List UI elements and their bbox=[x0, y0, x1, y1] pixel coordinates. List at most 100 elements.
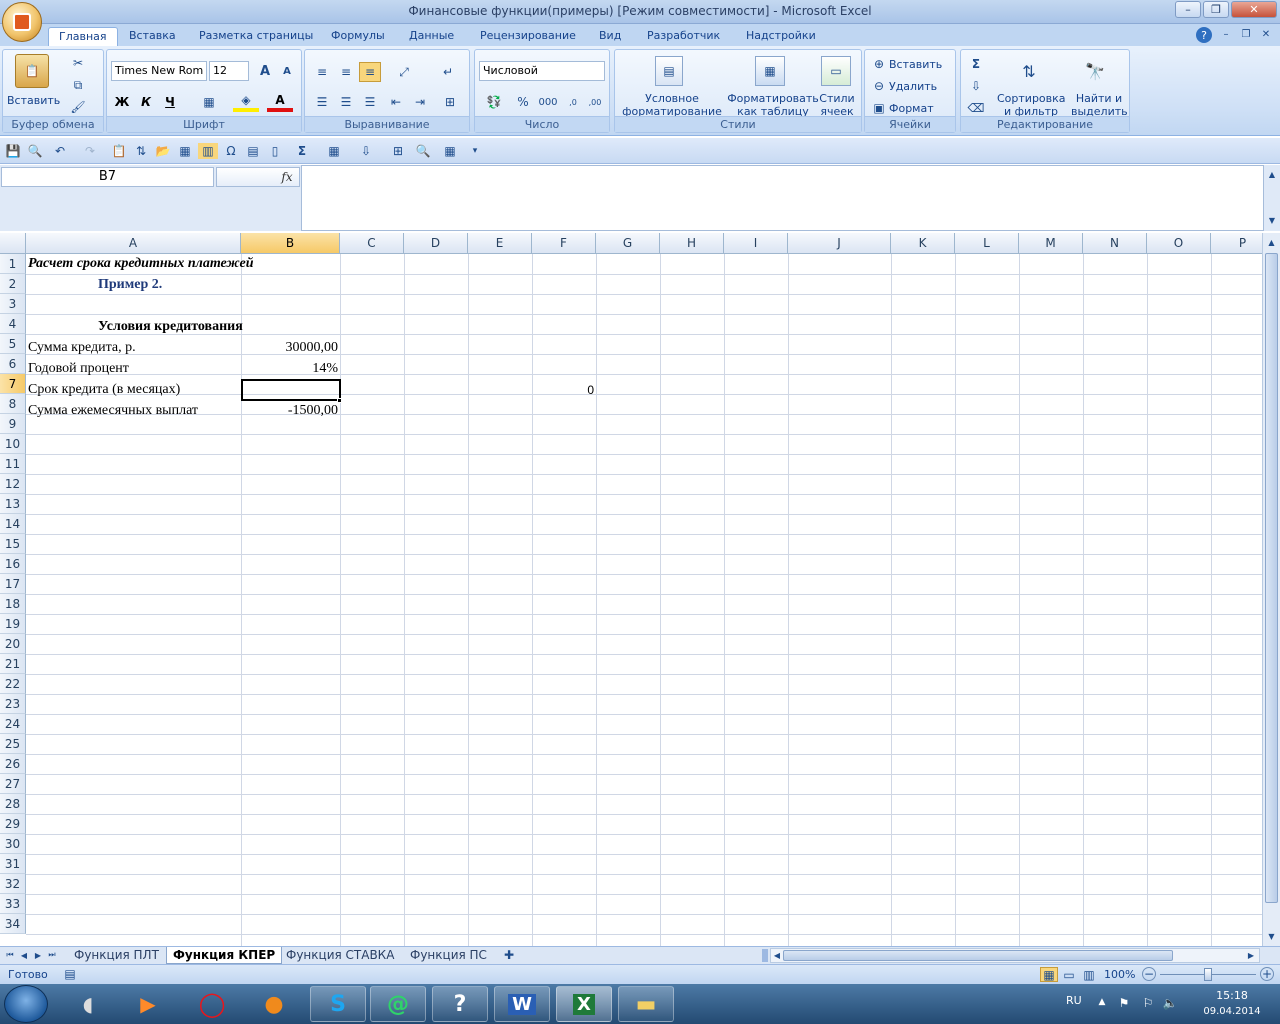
sheet-tab[interactable]: Функция СТАВКА bbox=[286, 947, 394, 964]
insert-cells-button[interactable]: Вставить bbox=[889, 58, 942, 71]
cell-a1[interactable]: Расчет срока кредитных платежей bbox=[28, 254, 254, 274]
row-header[interactable]: 25 bbox=[0, 734, 26, 754]
row-header[interactable]: 29 bbox=[0, 814, 26, 834]
column-header[interactable]: C bbox=[340, 233, 404, 254]
scroll-down-icon[interactable]: ▼ bbox=[1264, 929, 1279, 943]
row-header[interactable]: 26 bbox=[0, 754, 26, 774]
tab-formulas[interactable]: Формулы bbox=[331, 27, 385, 46]
row-header[interactable]: 4 bbox=[0, 314, 26, 334]
print-preview-icon[interactable]: 🔍 bbox=[26, 143, 44, 159]
format-painter-icon[interactable]: 🖌 bbox=[69, 99, 87, 115]
sheet-tab[interactable]: Функция ПЛТ bbox=[74, 947, 159, 964]
row-header[interactable]: 14 bbox=[0, 514, 26, 534]
autosum-icon[interactable]: Σ bbox=[967, 56, 985, 72]
column-header[interactable]: J bbox=[788, 233, 891, 254]
shrink-font-icon[interactable]: A bbox=[277, 62, 297, 81]
undo-icon[interactable]: ↶ bbox=[48, 143, 72, 159]
vertical-scrollbar[interactable]: ▲ ▼ bbox=[1262, 233, 1280, 946]
delete-cells-button[interactable]: Удалить bbox=[889, 80, 937, 93]
ribbon-restore-icon[interactable]: ❐ bbox=[1238, 26, 1254, 42]
row-header[interactable]: 9 bbox=[0, 414, 26, 434]
taskbar-excel[interactable]: X bbox=[556, 986, 612, 1022]
row-header[interactable]: 2 bbox=[0, 274, 26, 294]
format-cells-button[interactable]: Формат bbox=[889, 102, 934, 115]
form-icon[interactable]: ▤ bbox=[244, 143, 262, 159]
ribbon-minimize-icon[interactable]: – bbox=[1218, 26, 1234, 42]
row-header[interactable]: 3 bbox=[0, 294, 26, 314]
insert-sheet-icon[interactable]: ✚ bbox=[500, 948, 518, 962]
wrap-text-icon[interactable]: ↵ bbox=[437, 62, 459, 82]
row-header[interactable]: 6 bbox=[0, 354, 26, 374]
paste-icon[interactable]: 📋 bbox=[15, 54, 49, 88]
zoom-in-icon[interactable]: + bbox=[1260, 967, 1274, 981]
zoom-out-icon[interactable]: − bbox=[1142, 967, 1156, 981]
minimize-button[interactable]: – bbox=[1175, 1, 1201, 18]
column-header[interactable]: F bbox=[532, 233, 596, 254]
column-header[interactable]: G bbox=[596, 233, 660, 254]
borders-qat-icon[interactable]: ▦ bbox=[320, 143, 348, 159]
row-header[interactable]: 24 bbox=[0, 714, 26, 734]
row-header[interactable]: 21 bbox=[0, 654, 26, 674]
cell-a8[interactable]: Сумма ежемесячных выплат bbox=[28, 401, 198, 421]
cell-a7[interactable]: Срок кредита (в месяцах) bbox=[28, 380, 180, 400]
merge-center-icon[interactable]: ⊞ bbox=[437, 92, 463, 112]
align-left-icon[interactable]: ☰ bbox=[311, 92, 333, 112]
column-header[interactable]: D bbox=[404, 233, 468, 254]
new-icon[interactable]: ▯ bbox=[266, 143, 284, 159]
sort-icon[interactable]: ⇅ bbox=[132, 143, 150, 159]
paste-special-icon[interactable]: 📋 bbox=[110, 143, 128, 159]
scroll-left-icon[interactable]: ◀ bbox=[771, 949, 783, 962]
row-header[interactable]: 19 bbox=[0, 614, 26, 634]
fill-down-icon[interactable]: ⇩ bbox=[352, 143, 380, 159]
taskbar-media-app[interactable]: ▶ bbox=[120, 986, 176, 1022]
row-header[interactable]: 27 bbox=[0, 774, 26, 794]
first-sheet-icon[interactable]: ⏮ bbox=[4, 948, 16, 962]
cell-a2[interactable]: Пример 2. bbox=[98, 275, 162, 295]
cell-b6[interactable]: 14% bbox=[241, 359, 338, 379]
insert-cells-icon[interactable]: ⊕ bbox=[871, 56, 887, 72]
tab-review[interactable]: Рецензирование bbox=[480, 27, 576, 46]
taskbar-explorer[interactable]: ▬ bbox=[618, 986, 674, 1022]
increase-decimal-icon[interactable]: ,0 bbox=[563, 92, 583, 112]
normal-view-icon[interactable]: ▦ bbox=[1040, 967, 1058, 982]
font-color-icon[interactable]: A bbox=[267, 92, 293, 112]
formula-scroll-up-icon[interactable]: ▲ bbox=[1266, 167, 1278, 181]
row-header[interactable]: 31 bbox=[0, 854, 26, 874]
find-select-icon[interactable]: 🔭 bbox=[1079, 56, 1111, 86]
decrease-decimal-icon[interactable]: ,00 bbox=[585, 92, 605, 112]
cell-styles-icon[interactable]: ▭ bbox=[821, 56, 851, 86]
formula-scroll-down-icon[interactable]: ▼ bbox=[1266, 213, 1278, 227]
taskbar-word[interactable]: W bbox=[494, 986, 550, 1022]
row-header[interactable]: 33 bbox=[0, 894, 26, 914]
cell-b8[interactable]: -1500,00 bbox=[241, 401, 338, 421]
volume-icon[interactable]: 🔈 bbox=[1162, 995, 1178, 1011]
fill-handle[interactable] bbox=[337, 398, 342, 403]
underline-button[interactable]: Ч bbox=[159, 92, 181, 112]
column-header[interactable]: B bbox=[241, 233, 340, 254]
network-icon[interactable]: ⚑ bbox=[1116, 995, 1132, 1011]
clock-time[interactable]: 15:18 bbox=[1196, 989, 1268, 1002]
tab-home[interactable]: Главная bbox=[48, 27, 118, 46]
taskbar-skype[interactable]: S bbox=[310, 986, 366, 1022]
thousands-button[interactable]: 000 bbox=[537, 92, 559, 112]
grow-font-icon[interactable]: A bbox=[255, 62, 275, 81]
taskbar-firefox[interactable]: ● bbox=[246, 986, 302, 1022]
row-header[interactable]: 16 bbox=[0, 554, 26, 574]
sheet-tab-active[interactable]: Функция КПЕР bbox=[166, 947, 283, 964]
currency-icon[interactable]: 💱 bbox=[479, 92, 509, 112]
show-hidden-icons-icon[interactable]: ▲ bbox=[1096, 996, 1108, 1008]
scroll-up-icon[interactable]: ▲ bbox=[1264, 235, 1279, 249]
column-header[interactable]: L bbox=[955, 233, 1019, 254]
row-header[interactable]: 7 bbox=[0, 374, 26, 394]
row-header[interactable]: 10 bbox=[0, 434, 26, 454]
close-button[interactable]: ✕ bbox=[1231, 1, 1277, 18]
table-icon[interactable]: ▦ bbox=[176, 143, 194, 159]
help-icon[interactable]: ? bbox=[1196, 27, 1212, 43]
row-header[interactable]: 8 bbox=[0, 394, 26, 414]
bold-button[interactable]: Ж bbox=[111, 92, 133, 112]
delete-cells-icon[interactable]: ⊖ bbox=[871, 78, 887, 94]
sort-filter-icon[interactable]: ⇅ bbox=[1013, 56, 1045, 86]
zoom-slider-thumb[interactable] bbox=[1204, 968, 1212, 981]
row-header[interactable]: 1 bbox=[0, 254, 26, 274]
row-header[interactable]: 5 bbox=[0, 334, 26, 354]
